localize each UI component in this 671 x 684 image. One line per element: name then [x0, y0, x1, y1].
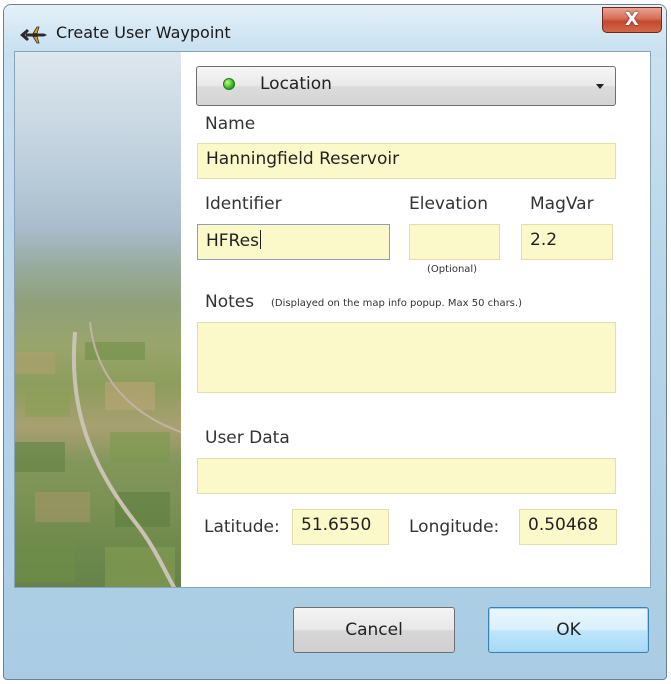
elevation-label: Elevation [409, 194, 488, 214]
waypoint-type-dropdown[interactable]: Location [196, 66, 616, 106]
window-title: Create User Waypoint [56, 23, 231, 42]
chevron-down-icon [596, 84, 604, 89]
text-cursor [259, 230, 261, 249]
name-label: Name [205, 114, 256, 134]
dialog-content [14, 51, 651, 588]
title-bar[interactable]: Create User Waypoint X [4, 5, 666, 57]
elevation-input[interactable] [409, 224, 500, 260]
elevation-optional-hint: (Optional) [427, 264, 478, 275]
aerial-landscape-image [15, 52, 181, 587]
magvar-input[interactable]: 2.2 [521, 224, 613, 260]
identifier-label: Identifier [205, 194, 282, 214]
name-input[interactable]: Hanningfield Reservoir [197, 143, 616, 179]
longitude-label: Longitude: [409, 517, 500, 537]
airplane-icon [20, 26, 47, 44]
notes-hint: (Displayed on the map info popup. Max 50… [271, 298, 522, 309]
status-dot-icon [223, 78, 235, 90]
waypoint-type-value: Location [260, 74, 332, 94]
user-data-input[interactable] [197, 458, 616, 494]
cancel-button[interactable]: Cancel [293, 607, 455, 653]
latitude-input[interactable]: 51.6550 [292, 509, 389, 545]
close-icon: X [625, 9, 639, 30]
longitude-input[interactable]: 0.50468 [519, 509, 617, 545]
notes-textarea[interactable] [197, 322, 616, 393]
user-data-label: User Data [205, 428, 290, 448]
close-button[interactable]: X [602, 7, 662, 33]
identifier-value: HFRes [206, 231, 259, 251]
magvar-label: MagVar [530, 194, 594, 214]
ok-button[interactable]: OK [488, 607, 649, 653]
latitude-label: Latitude: [204, 517, 280, 537]
notes-label: Notes [205, 292, 255, 312]
identifier-input[interactable]: HFRes [197, 224, 390, 260]
